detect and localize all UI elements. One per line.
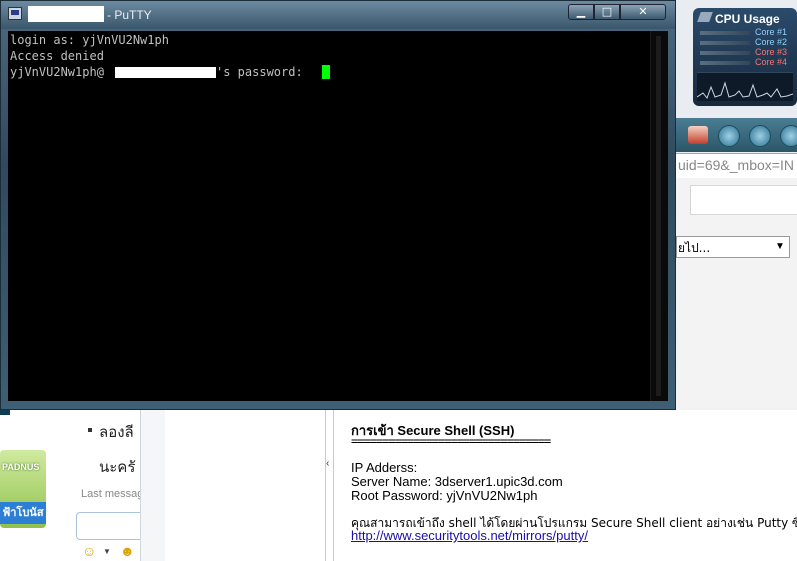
terminal-line-access-denied: Access denied	[10, 49, 104, 63]
emoji-icon[interactable]: ☺	[82, 543, 96, 559]
emoji-dropdown-icon[interactable]: ▼	[103, 547, 111, 556]
chat-item-2[interactable]: นะครั	[99, 455, 135, 479]
core-4-bar	[700, 61, 750, 65]
close-button[interactable]: ✕	[620, 4, 666, 20]
cpu-graph-line	[697, 81, 793, 100]
banner-top-text: PADNUS	[2, 462, 40, 472]
putty-app-icon-screen	[11, 10, 19, 15]
banner-bottom-text: ฟ้าโบนัส	[0, 502, 46, 524]
middle-column	[165, 410, 326, 561]
scrollbar-track[interactable]	[656, 36, 661, 396]
bullet-dot	[88, 428, 92, 432]
last-message-label: Last messag	[81, 488, 144, 500]
folder-select-value: ยไป...	[678, 241, 711, 255]
dropdown-arrow-icon[interactable]: ▼	[775, 241, 785, 252]
core-3-bar	[700, 51, 750, 55]
terminal-line-login: login as: yjVnVU2Nw1ph	[10, 33, 169, 47]
cpu-gadget-title: CPU Usage	[715, 12, 780, 26]
putty-download-link[interactable]: http://www.securitytools.net/mirrors/put…	[351, 528, 588, 543]
browser-input-box[interactable]	[690, 185, 797, 215]
terminal-cursor	[322, 65, 330, 79]
chat-item-1[interactable]: ลองลี	[99, 420, 134, 444]
terminal-area[interactable]	[8, 31, 650, 401]
root-password-text: Root Password: yjVnVU2Nw1ph	[351, 488, 538, 503]
server-name-text: Server Name: 3dserver1.upic3d.com	[351, 474, 563, 489]
ssh-divider: ================================	[351, 434, 551, 448]
ad-banner[interactable]: PADNUS ฟ้าโบนัส	[0, 450, 46, 528]
core-3-label: Core #3	[755, 47, 788, 57]
cpu-graph-svg	[697, 81, 793, 100]
address-bar-text: uid=69&_mbox=IN	[678, 157, 794, 173]
message-input[interactable]	[76, 512, 141, 540]
core-2-bar	[700, 41, 750, 45]
ip-address-label: IP Adderss:	[351, 460, 418, 475]
core-2-label: Core #2	[755, 37, 788, 47]
toolbar-round-button-1[interactable]	[718, 125, 740, 147]
toolbar-round-button-3[interactable]	[780, 125, 797, 147]
putty-window-title: - PuTTY	[107, 8, 152, 22]
cpu-history-graph	[697, 72, 793, 101]
terminal-line-prompt-user: yjVnVU2Nw1ph@	[10, 65, 104, 79]
wink-emoji-icon[interactable]: ☻	[120, 543, 135, 559]
redacted-host	[28, 6, 104, 22]
redacted-hostname	[115, 67, 216, 78]
terminal-line-password-prompt: 's password:	[216, 65, 310, 79]
maximize-button[interactable]: □	[594, 4, 620, 20]
core-1-label: Core #1	[755, 27, 788, 37]
app-launcher-icon[interactable]	[688, 126, 708, 144]
splitter-arrow-icon[interactable]: ‹	[326, 458, 329, 469]
core-4-label: Core #4	[755, 57, 788, 67]
minimize-button[interactable]: ▁	[568, 4, 594, 20]
core-1-bar	[700, 31, 750, 35]
toolbar-round-button-2[interactable]	[749, 125, 771, 147]
side-strip	[140, 410, 167, 561]
